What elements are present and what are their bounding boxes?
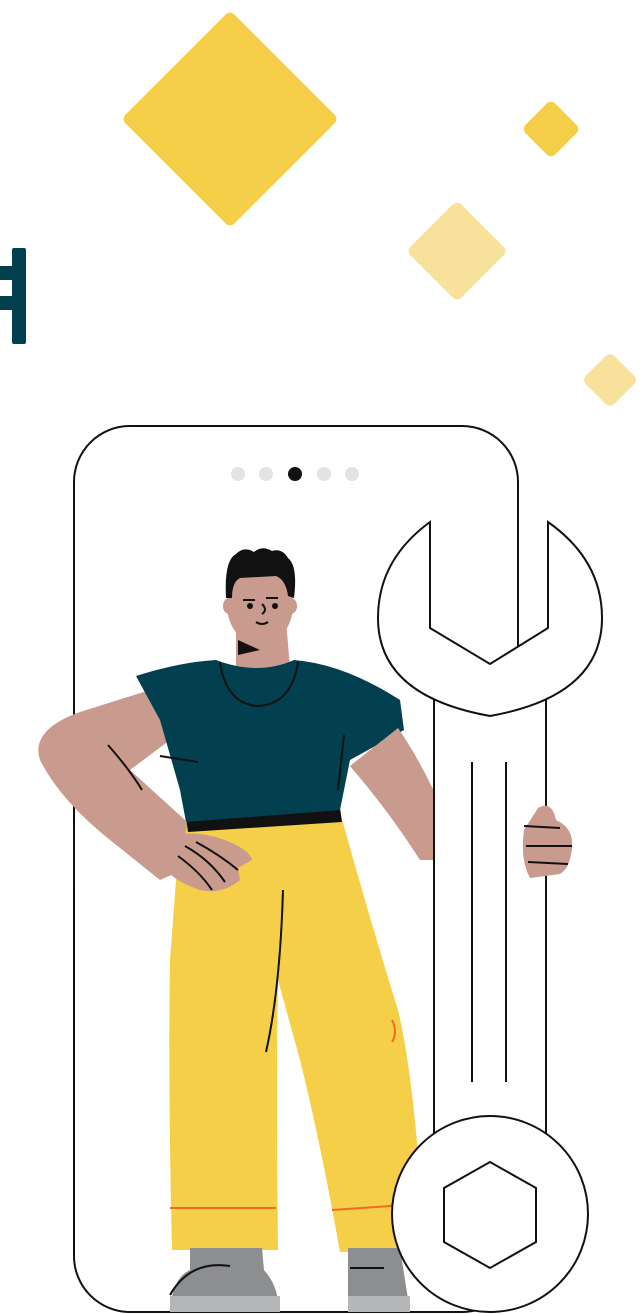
illustration-stage (0, 0, 640, 1314)
pager-dot-5 (345, 467, 359, 481)
pager-dot-1 (231, 467, 245, 481)
person-with-wrench-illustration (38, 425, 604, 1313)
pager-dot-4 (317, 467, 331, 481)
pager-dot-2 (259, 467, 273, 481)
pager-dot-3-active (288, 467, 302, 481)
